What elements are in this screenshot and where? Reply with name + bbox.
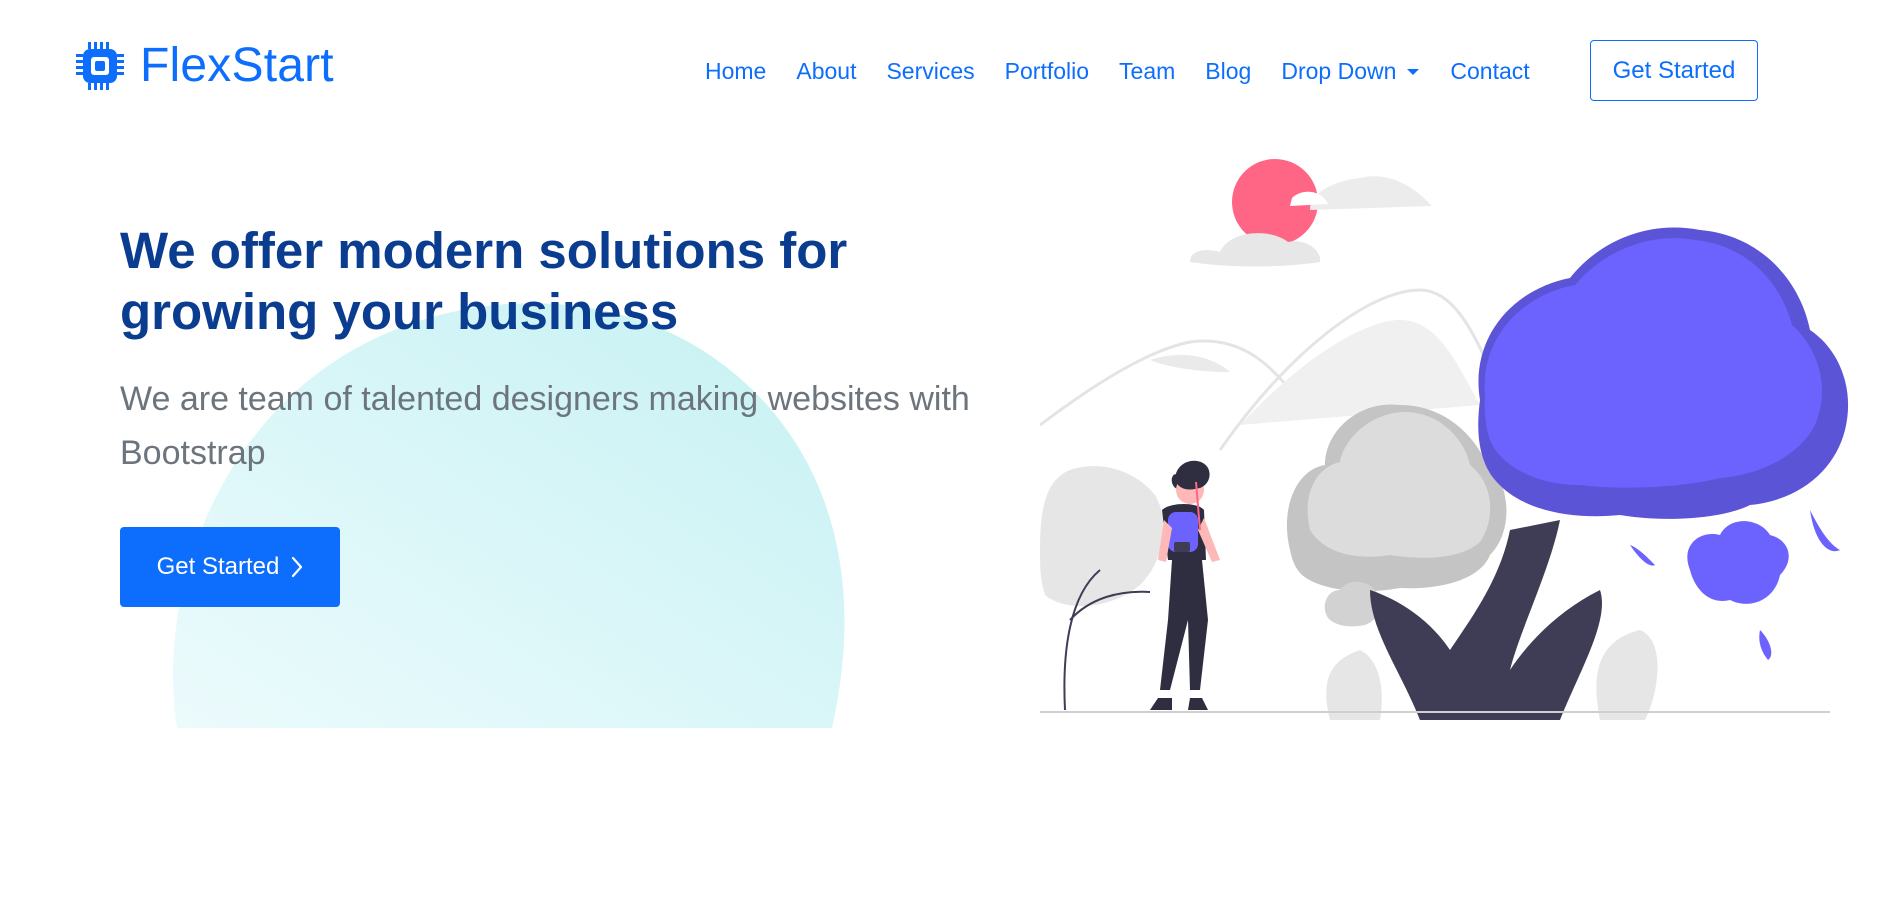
nav-services[interactable]: Services — [886, 58, 974, 85]
main-nav: Home About Services Portfolio Team Blog … — [705, 58, 1560, 85]
nav-about[interactable]: About — [796, 58, 856, 85]
hero-illustration — [1040, 159, 1849, 720]
header-get-started-button[interactable]: Get Started — [1590, 40, 1758, 101]
nav-dropdown-label: Drop Down — [1281, 58, 1397, 84]
nav-home[interactable]: Home — [705, 58, 766, 85]
nav-team[interactable]: Team — [1119, 58, 1175, 85]
chevron-right-icon — [292, 556, 303, 578]
nav-dropdown[interactable]: Drop Down — [1281, 58, 1420, 85]
nav-blog[interactable]: Blog — [1205, 58, 1251, 85]
site-header: FlexStart Home About Services Portfolio … — [0, 0, 1894, 140]
hero-get-started-button[interactable]: Get Started — [120, 527, 340, 607]
nav-contact[interactable]: Contact — [1450, 58, 1529, 85]
chip-icon — [76, 41, 124, 90]
hero-background-blob — [172, 303, 845, 728]
hero-title: We offer modern solutions for growing yo… — [120, 222, 848, 340]
hero-get-started-label: Get Started — [156, 553, 280, 580]
brand-logo[interactable]: FlexStart — [74, 38, 334, 93]
nav-portfolio[interactable]: Portfolio — [1005, 58, 1089, 85]
hero-subtitle: We are team of talented designers making… — [120, 380, 970, 472]
chevron-down-icon — [1407, 68, 1420, 75]
brand-name: FlexStart — [140, 39, 334, 92]
